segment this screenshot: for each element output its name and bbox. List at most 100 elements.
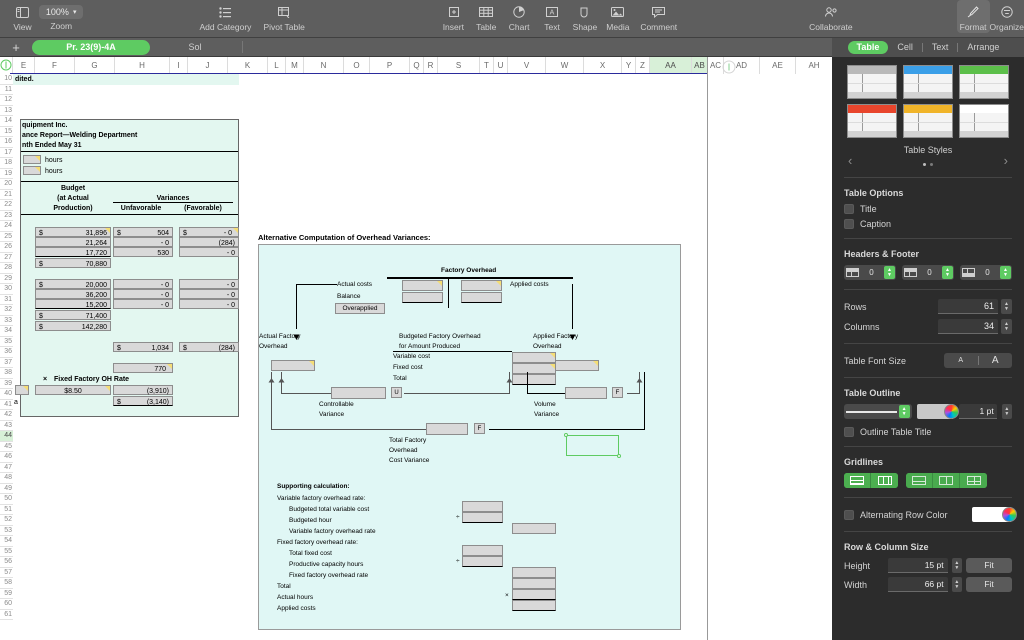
row-header-12[interactable]: 12 — [0, 95, 13, 106]
comment-button[interactable]: Comment — [634, 0, 683, 33]
row-header-15[interactable]: 15 — [0, 126, 13, 137]
chart-button[interactable]: Chart — [503, 0, 536, 33]
height-stepper[interactable]: ▲ ▼ — [951, 558, 963, 573]
gridline-body-v-button[interactable] — [933, 473, 960, 488]
fav-cell-4[interactable]: - 0 — [179, 279, 239, 289]
alternating-row-color-wheel-icon[interactable] — [1002, 507, 1017, 522]
footer-rows-stepper[interactable]: ▲ ▼ — [1000, 266, 1011, 279]
caption-checkbox-row[interactable]: Caption — [844, 219, 1012, 229]
row-header-17[interactable]: 17 — [0, 147, 13, 158]
row-header-34[interactable]: 34 — [0, 326, 13, 337]
row-header-23[interactable]: 23 — [0, 210, 13, 221]
outline-line-stepper[interactable]: ▲ ▼ — [898, 405, 910, 418]
volume-variance-flag[interactable]: F — [612, 387, 623, 398]
row-header-24[interactable]: 24 — [0, 221, 13, 232]
row-header-43[interactable]: 43 — [0, 420, 13, 431]
row-header-29[interactable]: 29 — [0, 273, 13, 284]
table-styles-page-dots[interactable] — [844, 158, 1012, 168]
row-header-37[interactable]: 37 — [0, 357, 13, 368]
budget-cell-4[interactable]: $ 70,880 — [35, 258, 111, 268]
budget-cell-9[interactable]: $ 142,280 — [35, 321, 111, 331]
title-checkbox-row[interactable]: Title — [844, 204, 1012, 214]
hours-small-cell[interactable] — [15, 385, 29, 395]
column-header-V[interactable]: V — [508, 57, 546, 74]
row-header-30[interactable]: 30 — [0, 284, 13, 295]
fav-lower-cell[interactable]: (3,910) — [113, 385, 173, 395]
column-header-O[interactable]: O — [344, 57, 370, 74]
overhead-variance-diagram[interactable]: Factory Overhead Actual costs Balance Ov… — [258, 244, 681, 630]
unfav-cell-4[interactable]: - 0 — [113, 279, 173, 289]
sheet-tab-active[interactable]: Pr. 23(9)-4A — [32, 39, 150, 55]
fav-cell-3[interactable]: - 0 — [179, 247, 239, 257]
row-header-46[interactable]: 46 — [0, 452, 13, 463]
column-header-L[interactable]: L — [268, 57, 286, 74]
fav-cell-1[interactable]: $ - 0 — [179, 227, 239, 237]
total-variance-flag[interactable]: F — [474, 423, 485, 434]
text-button[interactable]: A Text — [536, 0, 569, 33]
budget-variable-cell[interactable] — [512, 352, 556, 363]
supp-applied-costs-cell[interactable] — [512, 600, 556, 611]
column-header-T[interactable]: T — [480, 57, 494, 74]
width-field[interactable]: 66 pt — [888, 577, 948, 592]
column-header-N[interactable]: N — [304, 57, 344, 74]
fav-total-cell[interactable]: $ (284) — [179, 342, 239, 352]
grid-content[interactable]: dited. quipment Inc. ance Report—Welding… — [13, 74, 707, 640]
outline-color-swatch[interactable] — [916, 404, 960, 419]
styles-prev-arrow[interactable]: ‹ — [848, 153, 852, 168]
column-header-X[interactable]: X — [584, 57, 622, 74]
row-header-38[interactable]: 38 — [0, 368, 13, 379]
row-header-22[interactable]: 22 — [0, 200, 13, 211]
width-stepper[interactable]: ▲ ▼ — [951, 577, 963, 592]
outline-table-title-row[interactable]: Outline Table Title — [844, 427, 1012, 437]
budget-cell-7[interactable]: 15,200 — [35, 299, 111, 309]
row-header-31[interactable]: 31 — [0, 294, 13, 305]
row-header-47[interactable]: 47 — [0, 462, 13, 473]
table-style-2[interactable] — [903, 65, 953, 99]
rows-stepper[interactable]: ▲ ▼ — [1001, 299, 1012, 314]
table-style-3[interactable] — [959, 65, 1009, 99]
supp-total-fixed-cost-cell[interactable] — [462, 545, 503, 556]
table-resize-handle[interactable] — [722, 60, 736, 74]
supp-var-rate-cell[interactable] — [512, 523, 556, 534]
outline-width-stepper[interactable]: ▲ ▼ — [1001, 404, 1012, 419]
column-header-Y[interactable]: Y — [622, 57, 636, 74]
row-header-44[interactable]: 44 — [0, 431, 13, 442]
column-header-AE[interactable]: AE — [760, 57, 796, 74]
collaborate-button[interactable]: Collaborate — [803, 0, 858, 33]
budget-cell-1[interactable]: $ 31,896 — [35, 227, 111, 237]
unfav-cell-6[interactable]: - 0 — [113, 299, 173, 309]
row-header-column[interactable]: 10 11 12 13 14 15 16 17 18 19 20 21 22 2… — [0, 74, 13, 640]
total-variance-cell[interactable] — [426, 423, 468, 435]
unfav-cell-2[interactable]: - 0 — [113, 237, 173, 247]
caption-checkbox[interactable] — [844, 219, 854, 229]
add-sheet-button[interactable]: + — [0, 41, 32, 54]
header-columns-stepper[interactable]: ▲ ▼ — [942, 266, 953, 279]
header-rows-stepper[interactable]: ▲ ▼ — [884, 266, 895, 279]
footer-rows-control[interactable]: 0 ▲ ▼ — [960, 265, 1012, 280]
font-increase-button[interactable]: A — [979, 355, 1013, 366]
table-style-5[interactable] — [903, 104, 953, 138]
column-header-G[interactable]: G — [75, 57, 115, 74]
sub-total-cell[interactable]: 770 — [113, 363, 173, 373]
format-button[interactable]: Format — [956, 0, 990, 33]
supp-total-cell[interactable] — [512, 578, 556, 589]
column-header-I[interactable]: I — [170, 57, 188, 74]
gridline-horizontal-button[interactable] — [844, 473, 871, 488]
budget-cell-3[interactable]: 17,720 — [35, 247, 111, 257]
row-header-16[interactable]: 16 — [0, 137, 13, 148]
pivot-table-button[interactable]: Pivot Table — [257, 0, 310, 33]
unfav-cell-5[interactable]: - 0 — [113, 289, 173, 299]
t-credit-cell-1[interactable] — [461, 280, 502, 291]
column-header-M[interactable]: M — [286, 57, 304, 74]
table-button[interactable]: Table — [470, 0, 503, 33]
media-button[interactable]: Media — [601, 0, 634, 33]
alternating-row-color-swatch[interactable] — [972, 507, 1017, 522]
column-header-W[interactable]: W — [546, 57, 584, 74]
column-header-AH[interactable]: AH — [796, 57, 832, 74]
gridlines-group-2[interactable] — [906, 473, 987, 488]
row-header-42[interactable]: 42 — [0, 410, 13, 421]
column-header-F[interactable]: F — [35, 57, 75, 74]
insert-button[interactable]: Insert — [437, 0, 470, 33]
format-sidebar[interactable]: Table Cell Text Arrange ‹ › Table Styles… — [832, 38, 1024, 640]
table-style-1[interactable] — [847, 65, 897, 99]
